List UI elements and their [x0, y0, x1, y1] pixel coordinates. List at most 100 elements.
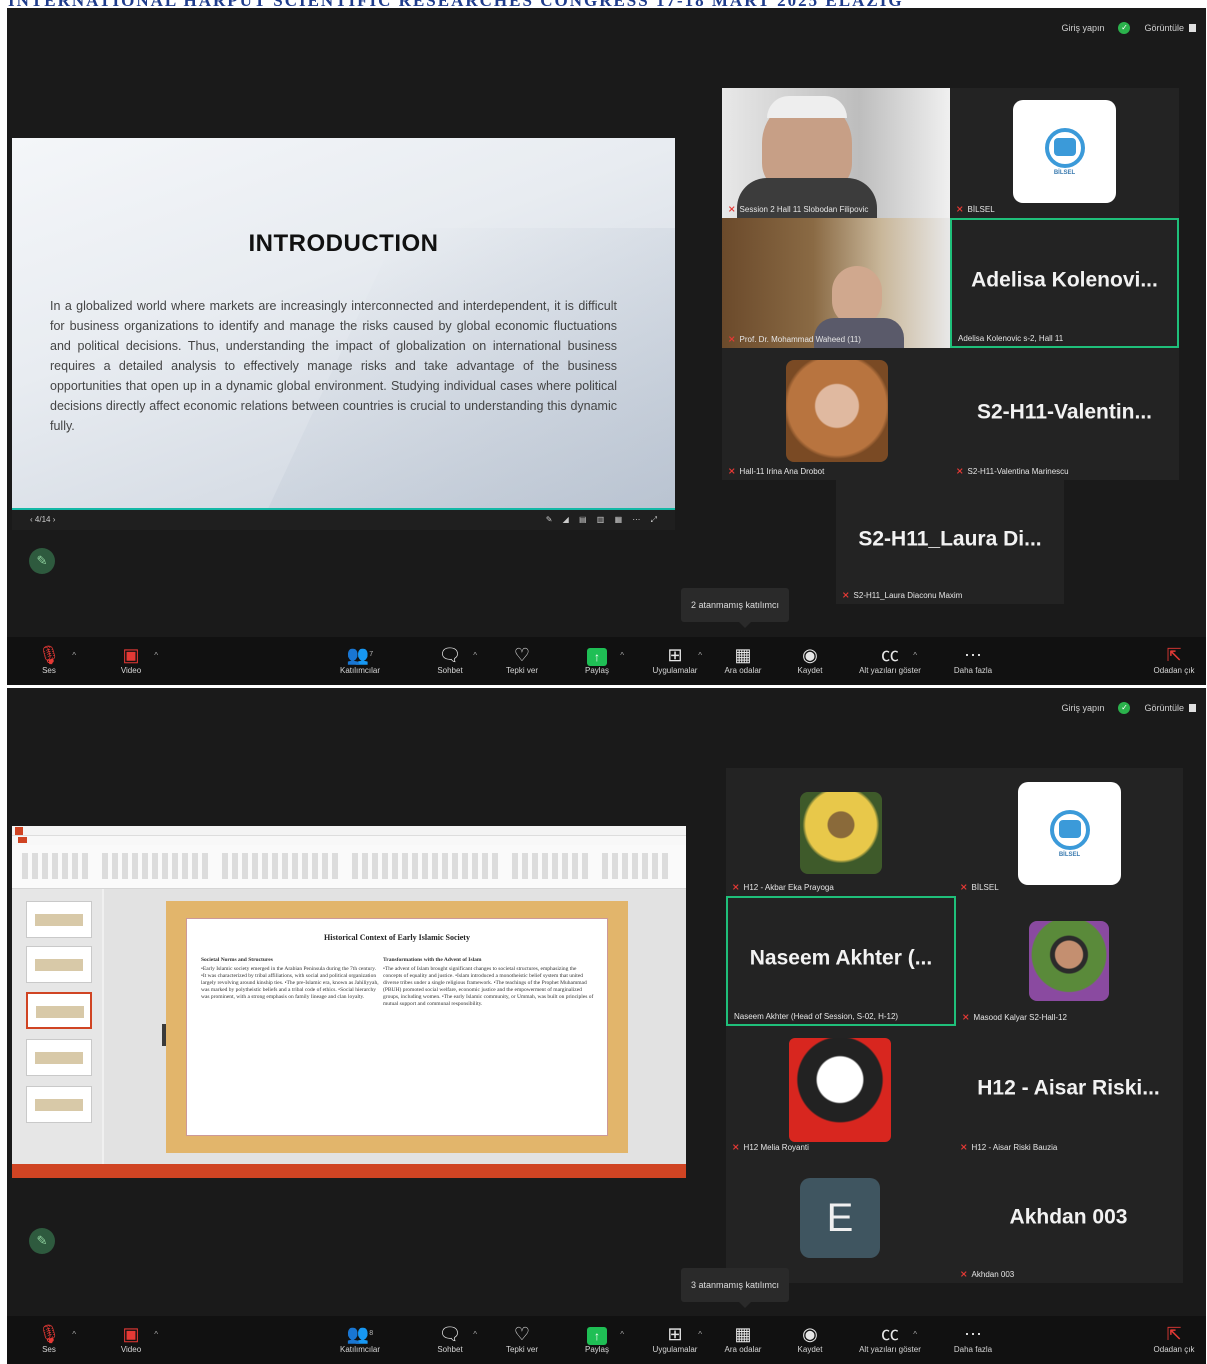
slide-tools[interactable]: ✎ ◢ ▤ ▥ ▦ ⋯ ⤢ — [546, 515, 661, 525]
congress-banner: INTERNATIONAL HARPUT SCIENTIFIC RESEARCH… — [0, 0, 1207, 8]
leave-button[interactable]: ⇱ Odadan çık — [1139, 644, 1206, 675]
slide-counter[interactable]: ‹ 4/14 › — [30, 515, 55, 524]
participants-icon: 👥7 — [346, 645, 374, 665]
slide-body: In a globalized world where markets are … — [50, 299, 617, 433]
apps-button[interactable]: ⊞ ^ Uygulamalar — [640, 644, 710, 675]
breakout-rooms-button[interactable]: ▦ Ara odalar — [708, 1323, 778, 1354]
video-button[interactable]: ▣ ^ Video — [96, 644, 166, 675]
video-tile-bilsel[interactable]: BİLSEL ⨯ BİLSEL — [954, 768, 1183, 896]
sign-in-link[interactable]: Giriş yapın — [1061, 23, 1104, 33]
slide-thumbnail-selected[interactable] — [26, 992, 92, 1029]
heart-icon: ♡ — [513, 645, 531, 665]
participant-label: ⨯ Masood Kalyar S2-Hall-12 — [962, 1012, 1067, 1022]
audio-button[interactable]: 🎙 ^ Ses — [14, 1323, 84, 1354]
participant-photo — [800, 792, 882, 874]
slide-page: Historical Context of Early Islamic Soci… — [186, 918, 608, 1136]
breakout-rooms-icon: ▦ — [734, 1324, 752, 1344]
view-button[interactable]: Görüntüle — [1144, 703, 1196, 713]
video-tile-bilsel[interactable]: BİLSEL ⨯ BİLSEL — [950, 88, 1179, 218]
slide-thumbnail[interactable] — [26, 1086, 92, 1123]
chat-button[interactable]: 🗨 ^ Sohbet — [415, 644, 485, 675]
participant-label: ⨯ H12 - Akbar Eka Prayoga — [732, 882, 834, 892]
meeting-toolbar: 🎙 ^ Ses ▣ ^ Video 👥8 Katılımcılar 🗨 ^ Sohbet ♡ T… — [7, 1316, 1206, 1364]
more-button[interactable]: ⋯ Daha fazla — [938, 644, 1008, 675]
annotate-pen-icon[interactable]: ✎ — [29, 1228, 55, 1254]
participant-display-name: S2-H11_Laura Di... — [858, 527, 1042, 551]
mic-muted-icon: ⨯ — [728, 334, 736, 344]
more-icon: ⋯ — [964, 645, 982, 665]
bilsel-logo: BİLSEL — [1018, 782, 1121, 885]
video-tile-akhdan[interactable]: Akhdan 003 ⨯ Akhdan 003 — [954, 1156, 1183, 1283]
view-button[interactable]: Görüntüle — [1144, 23, 1196, 33]
more-button[interactable]: ⋯ Daha fazla — [938, 1323, 1008, 1354]
audio-button[interactable]: 🎙 ^ Ses — [14, 644, 84, 675]
react-button[interactable]: ♡ Tepki ver — [487, 1323, 557, 1354]
captions-button[interactable]: ㏄ ^ Alt yazıları göster — [855, 1323, 925, 1354]
participant-label: ⨯ BİLSEL — [956, 204, 995, 214]
apps-button[interactable]: ⊞ ^ Uygulamalar — [640, 1323, 710, 1354]
video-tile-mohammad[interactable]: ⨯ Prof. Dr. Mohammad Waheed (11) — [722, 218, 950, 348]
video-tile-adelisa-active[interactable]: Adelisa Kolenovi... Adelisa Kolenovic s-… — [950, 218, 1179, 348]
mic-muted-icon: ⨯ — [960, 1142, 968, 1152]
more-icon: ⋯ — [964, 1324, 982, 1344]
participants-button[interactable]: 👥8 Katılımcılar — [325, 1323, 395, 1354]
video-tile-naseem-active[interactable]: Naseem Akhter (... Naseem Akhter (Head o… — [726, 896, 956, 1026]
chat-button[interactable]: 🗨 ^ Sohbet — [415, 1323, 485, 1354]
meeting-toolbar: 🎙 ^ Ses ▣ ^ Video 👥7 Katılımcılar 🗨 ^ Sohbet ♡ T… — [7, 637, 1206, 685]
share-button[interactable]: ↑ ^ Paylaş — [562, 644, 632, 675]
video-tile-aisar[interactable]: H12 - Aisar Riski... ⨯ H12 - Aisar Riski … — [954, 1026, 1183, 1156]
participant-label: ⨯ S2-H11_Laura Diaconu Maxim — [842, 590, 963, 600]
slide-thumbnail[interactable] — [26, 946, 92, 983]
record-button[interactable]: ◉ Kaydet — [775, 644, 845, 675]
mic-muted-icon: ⨯ — [962, 1012, 970, 1022]
participant-label: Adelisa Kolenovic s-2, Hall 11 — [958, 334, 1064, 343]
video-button[interactable]: ▣ ^ Video — [96, 1323, 166, 1354]
video-tile-akbar[interactable]: ⨯ H12 - Akbar Eka Prayoga — [726, 768, 954, 896]
video-tile-speaker[interactable]: ⨯ Session 2 Hall 11 Slobodan Filipovic — [722, 88, 950, 218]
share-button[interactable]: ↑ ^ Paylaş — [562, 1323, 632, 1354]
participants-icon: 👥8 — [346, 1324, 374, 1344]
video-tile-melia[interactable]: ⨯ H12 Melia Royanti — [726, 1026, 954, 1156]
shared-powerpoint-window: Historical Context of Early Islamic Soci… — [12, 826, 686, 1178]
zoom-screenshot-2: Giriş yapın ✓ Görüntüle Historical Conte… — [7, 688, 1206, 1364]
mic-muted-icon: ⨯ — [956, 466, 964, 476]
breakout-rooms-button[interactable]: ▦ Ara odalar — [708, 644, 778, 675]
top-bar: Giriş yapın ✓ Görüntüle — [1061, 702, 1196, 714]
record-icon: ◉ — [802, 1324, 818, 1344]
unassigned-participants-tooltip: 3 atanmamış katılımcı — [681, 1268, 790, 1308]
leave-button[interactable]: ⇱ Odadan çık — [1139, 1323, 1206, 1354]
captions-button[interactable]: ㏄ ^ Alt yazıları göster — [855, 644, 925, 675]
slide-thumbnail[interactable] — [26, 901, 92, 938]
mic-muted-icon: ⨯ — [728, 204, 736, 214]
participant-photo — [786, 360, 888, 462]
participant-display-name: Akhdan 003 — [1009, 1205, 1128, 1229]
shield-check-icon[interactable]: ✓ — [1118, 22, 1131, 34]
breakout-rooms-icon: ▦ — [734, 645, 752, 665]
react-button[interactable]: ♡ Tepki ver — [487, 644, 557, 675]
banner-title: INTERNATIONAL HARPUT SCIENTIFIC RESEARCH… — [8, 0, 904, 8]
video-tile-irina[interactable]: ⨯ Hall-11 Irina Ana Drobot — [722, 350, 950, 480]
video-tile-e[interactable]: E — [726, 1156, 954, 1283]
slide-column-right: Transformations with the Advent of Islam… — [383, 957, 594, 1007]
participant-label: Naseem Akhter (Head of Session, S-02, H-… — [734, 1012, 899, 1021]
participant-display-name: H12 - Aisar Riski... — [977, 1076, 1160, 1100]
mic-muted-icon: ⨯ — [732, 882, 740, 892]
video-tile-valentina[interactable]: S2-H11-Valentin... ⨯ S2-H11-Valentina Mar… — [950, 350, 1179, 480]
mic-muted-icon: ⨯ — [728, 466, 736, 476]
avatar: E — [800, 1178, 880, 1258]
record-button[interactable]: ◉ Kaydet — [775, 1323, 845, 1354]
mic-muted-icon: ⨯ — [956, 204, 964, 214]
annotate-pen-icon[interactable]: ✎ — [29, 548, 55, 574]
participants-button[interactable]: 👥7 Katılımcılar — [325, 644, 395, 675]
sign-in-link[interactable]: Giriş yapın — [1061, 703, 1104, 713]
video-tile-laura[interactable]: S2-H11_Laura Di... ⨯ S2-H11_Laura Diaconu… — [836, 480, 1064, 604]
participant-display-name: Adelisa Kolenovi... — [971, 268, 1158, 292]
shield-check-icon[interactable]: ✓ — [1118, 702, 1131, 714]
slide-thumbnail[interactable] — [26, 1039, 92, 1076]
participant-label: ⨯ Akhdan 003 — [960, 1269, 1015, 1279]
mic-muted-icon: ⨯ — [732, 1142, 740, 1152]
video-tile-masood[interactable]: ⨯ Masood Kalyar S2-Hall-12 — [956, 896, 1183, 1026]
ppt-ribbon-tabs — [12, 836, 686, 845]
slide-heading: INTRODUCTION — [248, 230, 439, 257]
participant-photo — [789, 1038, 891, 1142]
